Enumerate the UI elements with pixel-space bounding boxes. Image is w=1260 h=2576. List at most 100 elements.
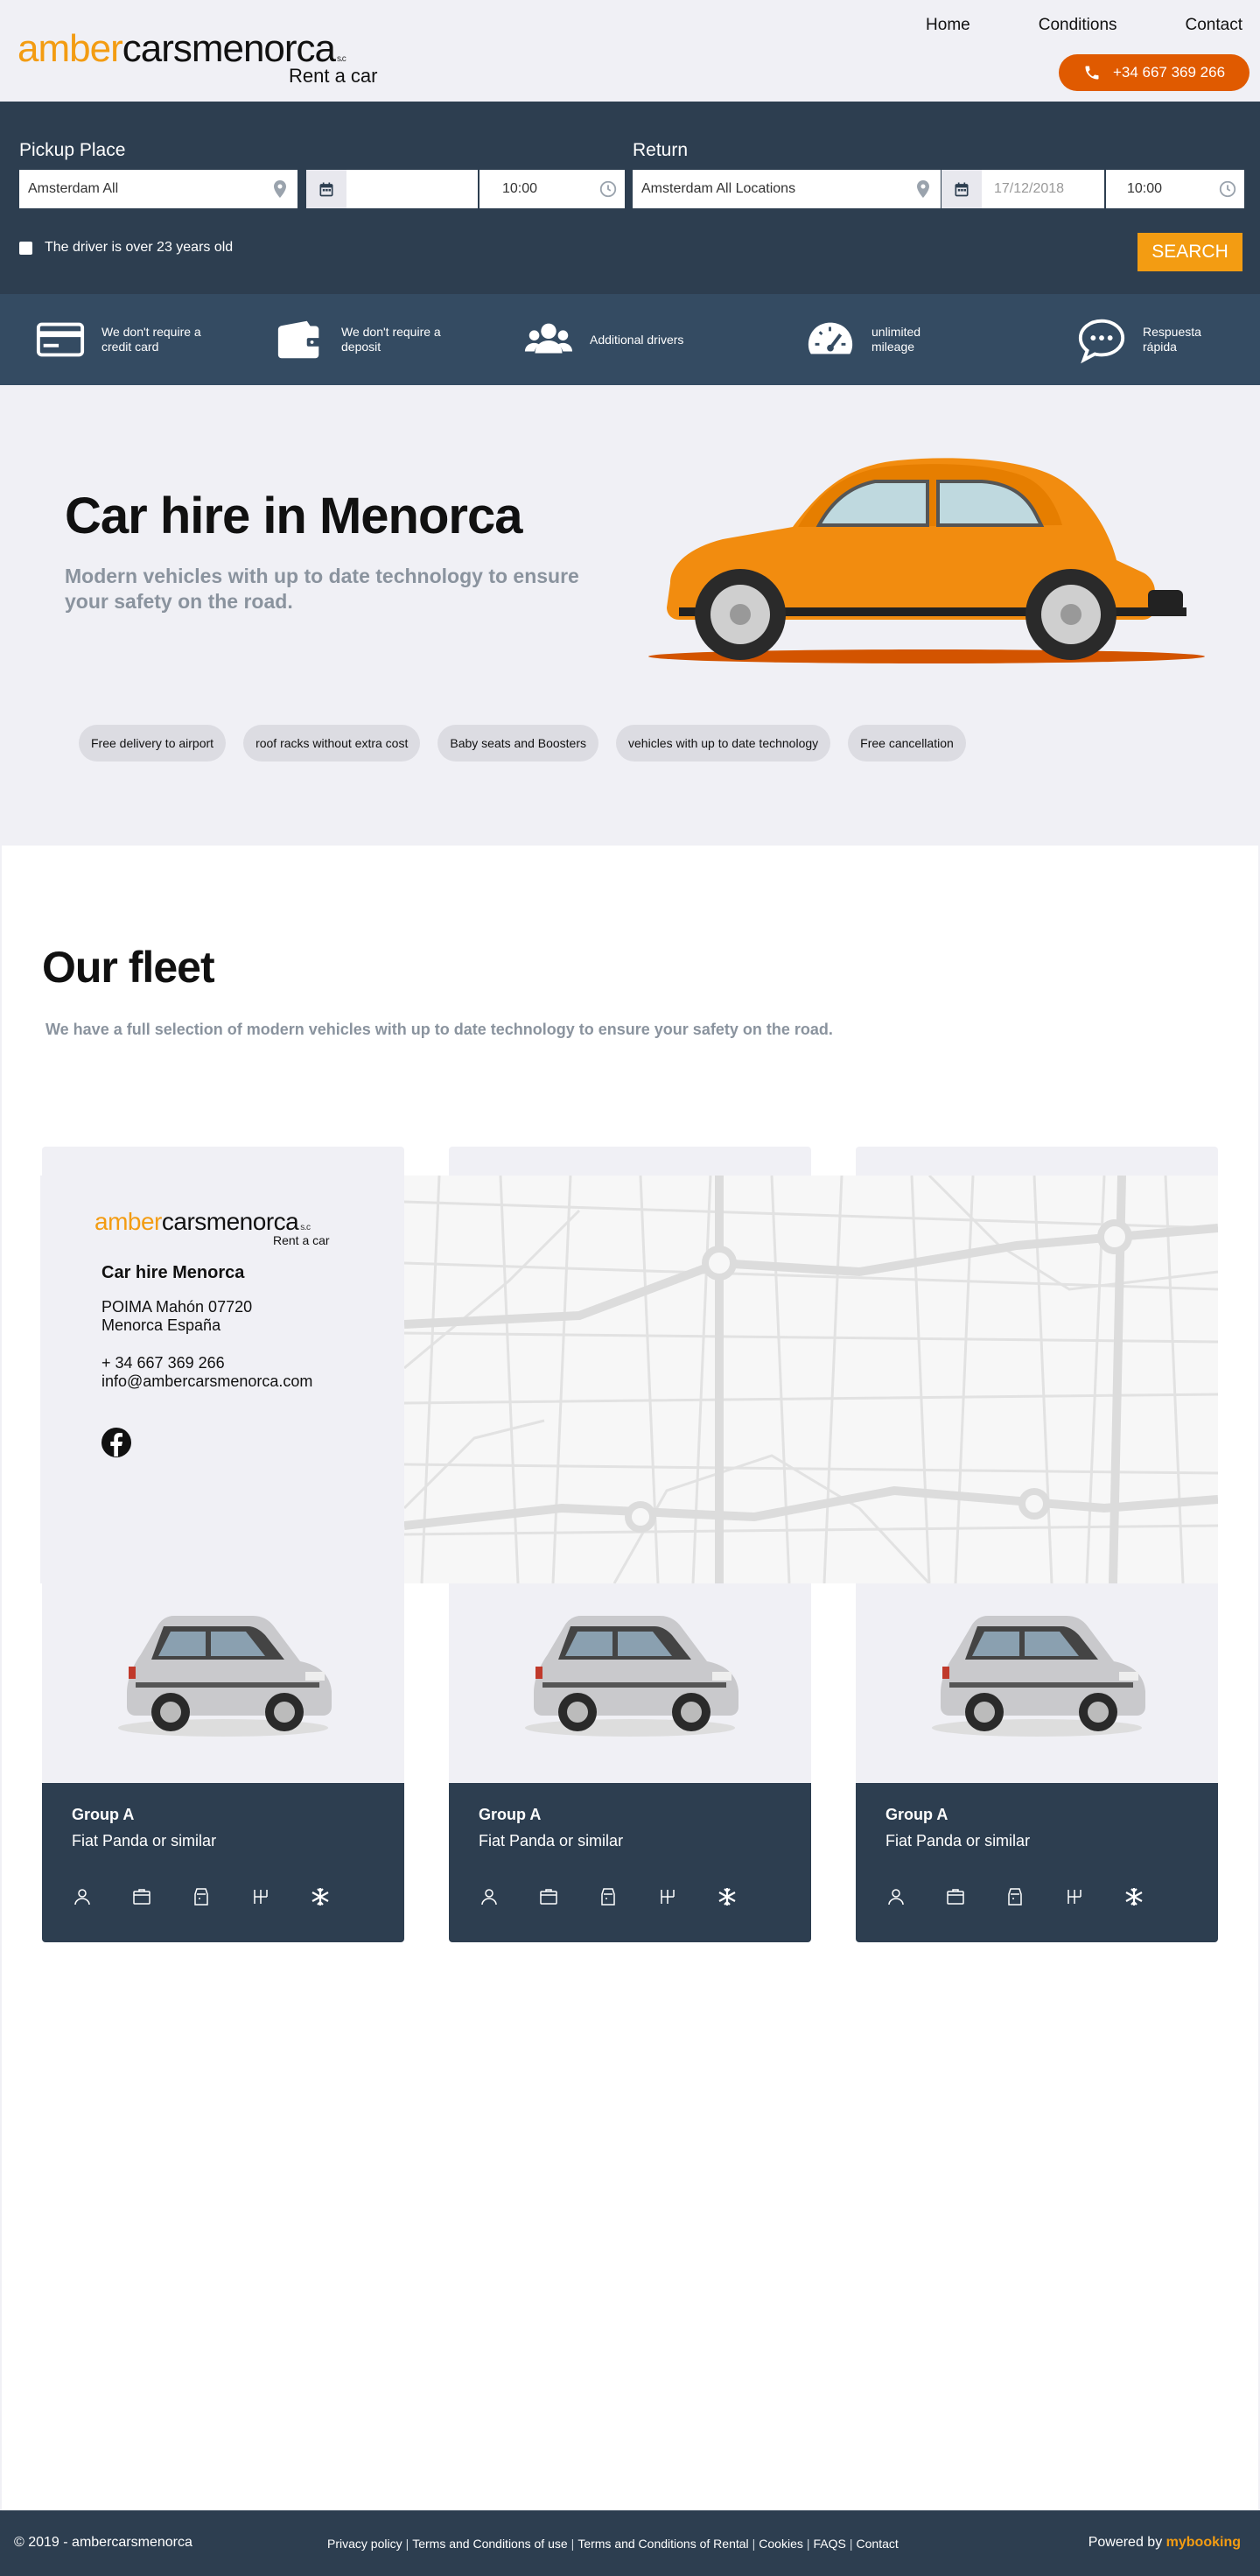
booking-search-bar: Pickup Place Return Amsterdam All 10:00 …	[0, 102, 1260, 294]
contact-email[interactable]: info@ambercarsmenorca.com	[102, 1372, 312, 1391]
wallet-icon	[277, 320, 321, 359]
gearbox-icon	[1068, 1890, 1082, 1904]
car-group: Group A	[479, 1806, 542, 1823]
driver-age-label: The driver is over 23 years old	[45, 240, 234, 255]
feature-text: We don't require a deposit	[341, 325, 441, 354]
benefit-pill: Free cancellation	[848, 725, 966, 762]
nav-contact-link[interactable]: Contact	[1186, 16, 1242, 35]
site-header: ambercarsmenorca s.c Rent a car Home Cond…	[0, 0, 1260, 102]
pickup-date-input[interactable]	[346, 170, 478, 208]
car-image-panel[interactable]	[856, 1559, 1218, 1783]
gearbox-icon	[661, 1890, 675, 1904]
fleet-title: Our fleet	[42, 943, 215, 992]
fiat-panda-car-image	[118, 1616, 332, 1737]
address-line-1: POIMA Mahón 07720	[102, 1298, 253, 1316]
benefit-pill: roof racks without extra cost	[243, 725, 421, 762]
footer-logo[interactable]: ambercarsmenorca s.c Rent a car	[94, 1208, 330, 1248]
air-conditioning-icon	[1125, 1888, 1143, 1906]
footer-link-terms-rental[interactable]: Terms and Conditions of Rental	[578, 2537, 748, 2551]
benefit-pill: Free delivery to airport	[79, 725, 227, 762]
pickup-time-select[interactable]: 10:00	[480, 170, 625, 208]
fiat-panda-car-image	[932, 1616, 1145, 1737]
fleet-card[interactable]: Group A Fiat Panda or similar	[449, 1559, 811, 1942]
link-separator: |	[752, 2537, 756, 2551]
logo-tagline: Rent a car	[273, 1233, 330, 1247]
phone-button[interactable]: +34 667 369 266	[1059, 54, 1250, 91]
footer-link-privacy[interactable]: Privacy policy	[327, 2537, 402, 2551]
return-place-value: Amsterdam All Locations	[641, 181, 796, 196]
car-image-panel[interactable]	[42, 1559, 404, 1783]
suitcase-icon	[947, 1889, 964, 1905]
car-info-panel: Group A Fiat Panda or similar	[449, 1783, 811, 1942]
contact-phone[interactable]: + 34 667 369 266	[102, 1354, 312, 1372]
pickup-calendar-button[interactable]	[306, 170, 346, 208]
location-pin-icon	[917, 180, 929, 198]
return-place-select[interactable]: Amsterdam All Locations	[633, 170, 941, 208]
air-conditioning-icon	[718, 1888, 736, 1906]
copyright-text: © 2019 - ambercarsmenorca	[14, 2535, 192, 2550]
return-time-value: 10:00	[1127, 181, 1163, 196]
car-model: Fiat Panda or similar	[479, 1832, 624, 1850]
footer-link-contact[interactable]: Contact	[857, 2537, 899, 2551]
footer-links: Privacy policy | Terms and Conditions of …	[327, 2537, 899, 2551]
contact-address: POIMA Mahón 07720 Menorca España	[102, 1298, 252, 1335]
pickup-place-value: Amsterdam All	[28, 181, 119, 196]
logo-brand-text: carsmenorca	[161, 1208, 299, 1235]
logo-tagline: Rent a car	[289, 65, 378, 87]
person-icon	[481, 1889, 497, 1906]
person-icon	[888, 1889, 904, 1906]
benefit-pill: vehicles with up to date technology	[616, 725, 831, 762]
hero-section: Car hire in Menorca Modern vehicles with…	[0, 385, 1260, 846]
clock-icon	[599, 180, 617, 198]
car-image-panel[interactable]	[449, 1559, 811, 1783]
return-date-input[interactable]: 17/12/2018	[982, 170, 1104, 208]
car-features	[479, 1886, 738, 1907]
search-button[interactable]: SEARCH	[1138, 233, 1242, 271]
feature-additional-drivers: Additional drivers	[523, 294, 683, 385]
site-logo[interactable]: ambercarsmenorca s.c Rent a car	[18, 30, 378, 88]
feature-fast-response: Respuesta rápida	[1076, 294, 1213, 385]
phone-number: +34 667 369 266	[1112, 64, 1226, 81]
nav-home-link[interactable]: Home	[926, 16, 970, 35]
benefit-pill: Baby seats and Boosters	[438, 725, 599, 762]
return-label: Return	[633, 140, 689, 160]
car-info-panel: Group A Fiat Panda or similar	[856, 1783, 1218, 1942]
driver-age-checkbox[interactable]: The driver is over 23 years old	[19, 240, 233, 256]
main-nav: Home Conditions Contact	[926, 16, 1242, 35]
speedometer-icon	[808, 322, 853, 354]
users-icon	[524, 323, 573, 354]
fleet-card[interactable]: Group A Fiat Panda or similar	[42, 1559, 404, 1942]
footer-link-terms-use[interactable]: Terms and Conditions of use	[412, 2537, 567, 2551]
return-time-select[interactable]: 10:00	[1106, 170, 1244, 208]
feature-text: Additional drivers	[590, 332, 684, 347]
checkbox-box[interactable]	[19, 241, 32, 255]
suitcase-icon	[540, 1889, 557, 1905]
location-pin-icon	[274, 180, 286, 198]
pickup-place-select[interactable]: Amsterdam All	[19, 170, 298, 208]
powered-by-text: Powered by	[1088, 2535, 1163, 2550]
footer-link-cookies[interactable]: Cookies	[759, 2537, 803, 2551]
return-calendar-button[interactable]	[942, 170, 982, 208]
car-group: Group A	[886, 1806, 948, 1823]
fleet-section: Our fleet We have a full selection of mo…	[2, 846, 1258, 2512]
car-model: Fiat Panda or similar	[886, 1832, 1031, 1850]
feature-unlimited-mileage: unlimited mileage	[805, 294, 942, 385]
orange-beetle-car-image	[648, 458, 1205, 663]
nav-conditions-link[interactable]: Conditions	[1039, 16, 1117, 35]
facebook-icon[interactable]	[102, 1428, 131, 1457]
logo-sl-text: s.c	[300, 1223, 311, 1232]
benefit-pills: Free delivery to airport roof racks with…	[79, 725, 966, 762]
return-date-placeholder: 17/12/2018	[994, 181, 1065, 196]
feature-text: Respuesta rápida	[1143, 325, 1201, 354]
chat-icon	[1078, 319, 1125, 364]
location-map[interactable]	[404, 1176, 1218, 1583]
contact-card: ambercarsmenorca s.c Rent a car Car hire …	[40, 1176, 404, 1583]
car-door-icon	[1008, 1888, 1022, 1906]
logo-sl-text: s.c	[337, 54, 346, 64]
link-separator: |	[570, 2537, 575, 2551]
contact-details: + 34 667 369 266 info@ambercarsmenorca.c…	[102, 1354, 312, 1391]
footer-link-faqs[interactable]: FAQS	[814, 2537, 846, 2551]
powered-by-brand[interactable]: mybooking	[1166, 2535, 1241, 2550]
calendar-icon	[319, 182, 333, 197]
fleet-card[interactable]: Group A Fiat Panda or similar	[856, 1559, 1218, 1942]
